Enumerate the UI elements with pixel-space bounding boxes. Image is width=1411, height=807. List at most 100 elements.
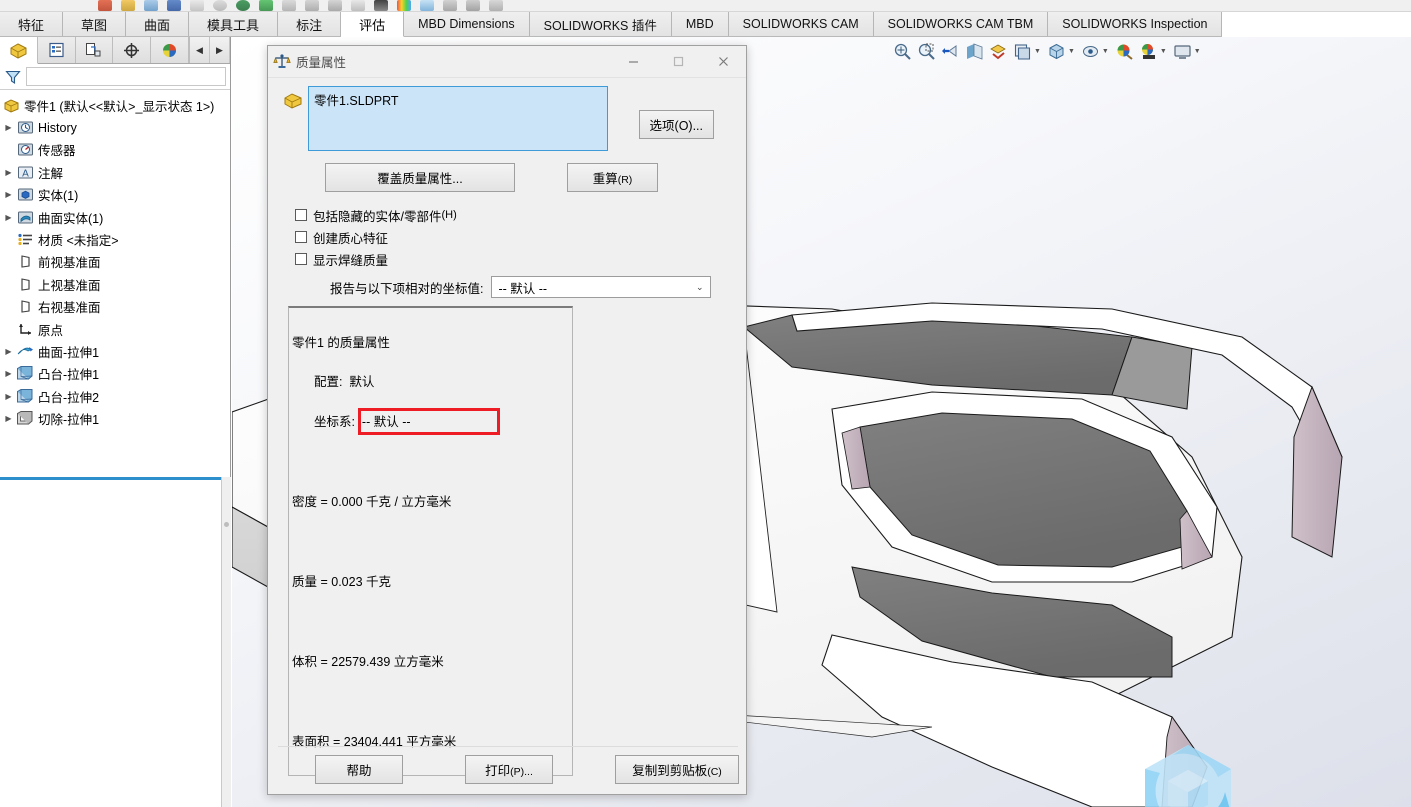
tree-item-boss-extrude1[interactable]: ▶ 凸台-拉伸1 (0, 363, 230, 385)
toolbar-icon-generic[interactable] (489, 0, 503, 11)
checkbox-box-icon[interactable] (295, 231, 307, 243)
tree-item-sensors[interactable]: 传感器 (0, 139, 230, 161)
selected-documents-list[interactable]: 零件1.SLDPRT (308, 86, 608, 151)
dialog-title-bar[interactable]: 质量属性 (268, 46, 746, 78)
expand-arrow-icon[interactable]: ▶ (2, 369, 15, 378)
minimize-icon[interactable] (611, 46, 656, 78)
tree-item-origin[interactable]: 原点 (0, 318, 230, 340)
surface-bodies-icon (15, 210, 35, 225)
coordinate-system-dropdown[interactable]: -- 默认 -- ⌄ (491, 276, 712, 298)
tree-item-solid-bodies[interactable]: ▶ 实体(1) (0, 184, 230, 206)
close-icon[interactable] (701, 46, 746, 78)
tab-evaluate[interactable]: 评估 (341, 12, 405, 37)
panel-scroll-right-arrow[interactable]: ▶ (210, 37, 230, 63)
toolbar-icon-generic[interactable] (144, 0, 158, 11)
tree-item-boss-extrude2[interactable]: ▶ 凸台-拉伸2 (0, 385, 230, 407)
toolbar-icon-generic[interactable] (328, 0, 342, 11)
toolbar-icon-generic[interactable] (305, 0, 319, 11)
splitter-grip-icon[interactable] (224, 522, 229, 527)
feature-manager-tab[interactable] (0, 37, 38, 64)
override-mass-properties-button[interactable]: 覆盖质量属性... (325, 163, 515, 192)
toolbar-icon-generic[interactable] (420, 0, 434, 11)
toolbar-icon-generic[interactable] (236, 0, 250, 11)
toolbar-icon-generic[interactable] (98, 0, 112, 11)
toolbar-icon-generic[interactable] (443, 0, 457, 11)
tree-item-annotations[interactable]: ▶ A 注解 (0, 161, 230, 183)
maximize-icon[interactable] (656, 46, 701, 78)
checkbox-create-com-feature[interactable]: 创建质心特征 (295, 226, 736, 248)
results-gap (292, 536, 572, 549)
print-button[interactable]: 打印(P)... (465, 755, 553, 784)
tab-mbd-dimensions[interactable]: MBD Dimensions (404, 12, 530, 36)
tree-item-label: History (38, 120, 77, 135)
tab-solidworks-inspection[interactable]: SOLIDWORKS Inspection (1048, 12, 1223, 36)
origin-icon (15, 322, 35, 337)
tree-item-surface-extrude1[interactable]: ▶ 曲面-拉伸1 (0, 340, 230, 362)
mass-properties-dialog[interactable]: 质量属性 零件1.SLDPRT 选项(O)... 覆盖质量属性... 重算(R)… (267, 45, 747, 795)
tree-item-right-plane[interactable]: 右视基准面 (0, 296, 230, 318)
tree-item-front-plane[interactable]: 前视基准面 (0, 251, 230, 273)
tab-features[interactable]: 特征 (0, 12, 64, 36)
configuration-manager-tab[interactable] (75, 37, 114, 63)
surface-extrude-icon (15, 344, 35, 359)
toolbar-icon-generic[interactable] (213, 0, 227, 11)
filter-funnel-icon[interactable] (2, 69, 24, 85)
tree-item-history[interactable]: ▶ History (0, 116, 230, 138)
toolbar-icon-generic[interactable] (374, 0, 388, 11)
selected-document-item[interactable]: 零件1.SLDPRT (314, 90, 602, 109)
svg-text:A: A (22, 168, 29, 179)
tab-solidworks-addins[interactable]: SOLIDWORKS 插件 (529, 12, 672, 36)
print-button-label: 打印 (485, 764, 511, 778)
recalculate-button[interactable]: 重算(R) (567, 163, 658, 192)
checkbox-box-icon[interactable] (295, 209, 307, 221)
tab-mold-tools[interactable]: 模具工具 (189, 12, 279, 36)
toolbar-icon-generic[interactable] (397, 0, 411, 11)
toolbar-icon-generic[interactable] (351, 0, 365, 11)
dialog-body: 零件1.SLDPRT 选项(O)... 覆盖质量属性... 重算(R) 包括隐藏… (268, 78, 746, 776)
checkbox-show-weld-bead-mass[interactable]: 显示焊缝质量 (295, 248, 736, 270)
dialog-footer-buttons: 帮助 打印(P)... 复制到剪贴板(C) (268, 755, 748, 784)
expand-arrow-icon[interactable]: ▶ (2, 347, 15, 356)
panel-scroll-left-arrow[interactable]: ◀ (190, 37, 210, 63)
toolbar-icon-generic[interactable] (167, 0, 181, 11)
chevron-down-icon[interactable]: ⌄ (696, 282, 704, 293)
copy-button-mnemonic: (C) (707, 766, 722, 778)
property-manager-tab[interactable] (37, 37, 76, 63)
tree-item-surface-bodies[interactable]: ▶ 曲面实体(1) (0, 206, 230, 228)
toolbar-icon-generic[interactable] (121, 0, 135, 11)
checkbox-box-icon[interactable] (295, 253, 307, 265)
tree-item-cut-extrude1[interactable]: ▶ 切除-拉伸1 (0, 407, 230, 429)
tab-sketch[interactable]: 草图 (63, 12, 127, 36)
checkbox-include-hidden[interactable]: 包括隐藏的实体/零部件 (H) (295, 204, 736, 226)
toolbar-icon-generic[interactable] (259, 0, 273, 11)
display-manager-tab[interactable] (151, 37, 189, 63)
tab-solidworks-cam-tbm[interactable]: SOLIDWORKS CAM TBM (873, 12, 1049, 36)
expand-arrow-icon[interactable]: ▶ (2, 168, 15, 177)
tab-solidworks-cam[interactable]: SOLIDWORKS CAM (728, 12, 874, 36)
tab-surfaces[interactable]: 曲面 (126, 12, 190, 36)
expand-arrow-icon[interactable]: ▶ (2, 414, 15, 423)
feature-tree-filter-input[interactable] (26, 67, 226, 86)
tree-item-label: 传感器 (38, 144, 76, 159)
plane-icon (15, 299, 35, 314)
expand-arrow-icon[interactable]: ▶ (2, 123, 15, 132)
tab-mbd[interactable]: MBD (671, 12, 729, 36)
tab-label: 模具工具 (207, 17, 260, 33)
expand-arrow-icon[interactable]: ▶ (2, 190, 15, 199)
dimxpert-manager-tab[interactable] (113, 37, 152, 63)
panel-splitter[interactable] (221, 477, 231, 807)
mass-properties-results[interactable]: 零件1 的质量属性 配置: 默认 坐标系: -- 默认 -- 密度 = 0.00… (288, 306, 573, 776)
toolbar-icon-generic[interactable] (190, 0, 204, 11)
options-button[interactable]: 选项(O)... (638, 110, 714, 139)
checkbox-mnemonic: (H) (441, 209, 457, 221)
toolbar-icon-generic[interactable] (282, 0, 296, 11)
tree-root-item[interactable]: 零件1 (默认<<默认>_显示状态 1>) (0, 94, 230, 116)
expand-arrow-icon[interactable]: ▶ (2, 392, 15, 401)
copy-to-clipboard-button[interactable]: 复制到剪贴板(C) (615, 755, 739, 784)
tab-annotation[interactable]: 标注 (278, 12, 342, 36)
toolbar-icon-generic[interactable] (466, 0, 480, 11)
tree-item-material[interactable]: 材质 <未指定> (0, 228, 230, 250)
help-button[interactable]: 帮助 (315, 755, 403, 784)
expand-arrow-icon[interactable]: ▶ (2, 213, 15, 222)
tree-item-top-plane[interactable]: 上视基准面 (0, 273, 230, 295)
